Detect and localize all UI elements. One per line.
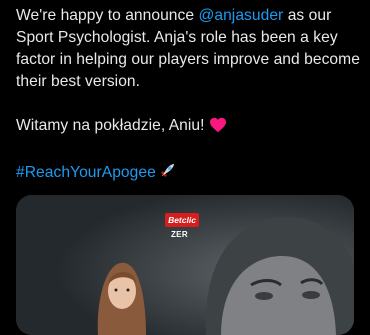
- heart-icon: [209, 117, 227, 140]
- sponsor-badge: Betclic: [165, 213, 199, 227]
- sponsor-sublabel: ZER: [171, 230, 188, 239]
- hashtag-paragraph: #ReachYourApogee: [16, 162, 366, 187]
- mention-link[interactable]: @anjasuder: [198, 7, 283, 24]
- welcome-paragraph: Witamy na pokładzie, Aniu!: [16, 115, 366, 140]
- intro-text: We're happy to announce: [16, 7, 199, 24]
- announcement-paragraph: We're happy to announce @anjasuder as ou…: [16, 5, 366, 93]
- welcome-text: Witamy na pokładzie, Aniu!: [16, 117, 205, 134]
- rocket-icon: [158, 162, 176, 187]
- hashtag-link[interactable]: #ReachYourApogee: [16, 164, 156, 181]
- tweet-media-image[interactable]: Betclic ZER: [16, 195, 354, 335]
- tweet-text: We're happy to announce @anjasuder as ou…: [16, 5, 366, 187]
